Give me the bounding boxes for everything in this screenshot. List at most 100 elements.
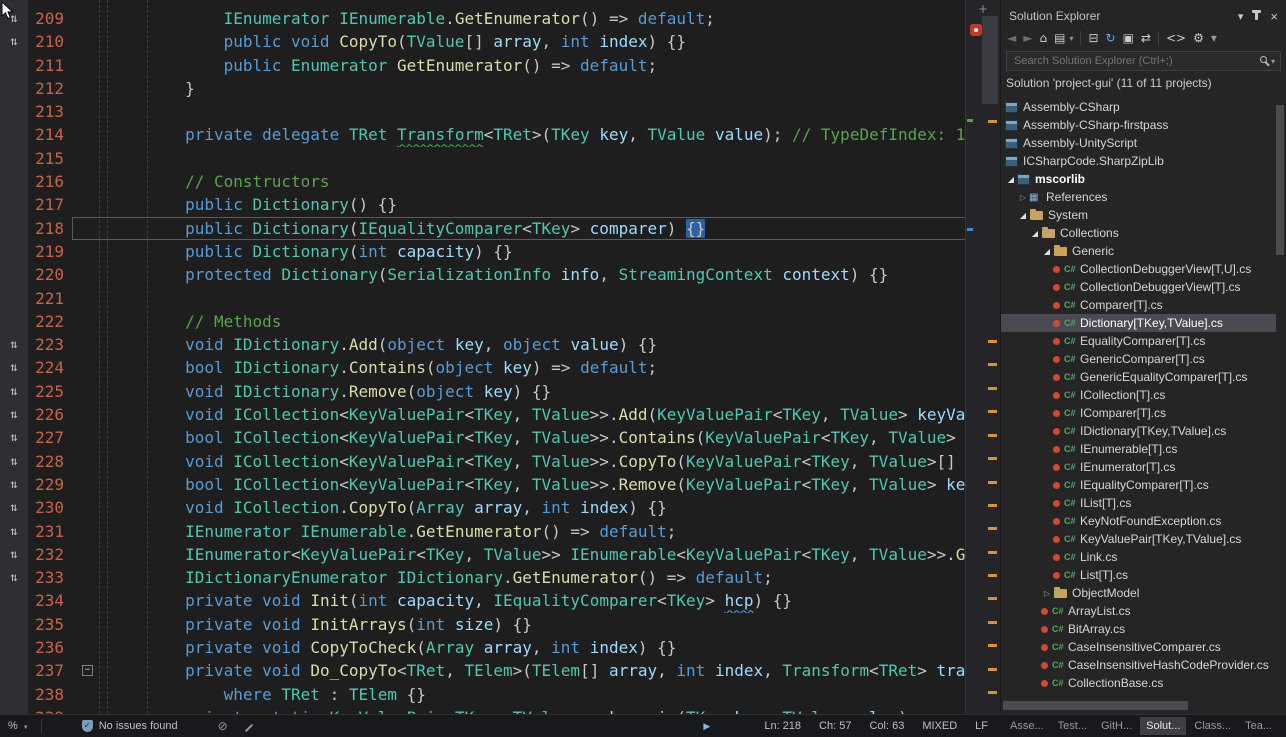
search-box[interactable]: ▾: [1006, 51, 1281, 71]
tree-item-arraylist-cs[interactable]: C#ArrayList.cs: [1001, 602, 1276, 620]
home-icon[interactable]: ⌂: [1039, 31, 1047, 45]
tree-item-comparer-t-cs[interactable]: C#Comparer[T].cs: [1001, 296, 1276, 314]
code-line[interactable]: ⇅231 IEnumerator IEnumerable.GetEnumerat…: [0, 520, 966, 543]
tree-vertical-scrollbar-thumb[interactable]: [1276, 105, 1284, 255]
expanded-arrow-icon[interactable]: ◢: [1029, 229, 1041, 238]
code-line[interactable]: 239 private static KeyValuePair<TKey, TV…: [0, 706, 966, 714]
suppressed-issues-icon[interactable]: ⊘: [218, 719, 228, 733]
code-line[interactable]: 236 private void CopyToCheck(Array array…: [0, 636, 966, 659]
code-line[interactable]: 216 // Constructors: [0, 170, 966, 193]
reference-updown-icon[interactable]: ⇅: [0, 380, 28, 403]
editor-scrollbar[interactable]: +: [965, 0, 1000, 714]
tree-item-mscorlib[interactable]: ◢mscorlib: [1001, 170, 1276, 188]
code-line[interactable]: ⇅230 void ICollection.CopyTo(Array array…: [0, 496, 966, 519]
split-grip-icon[interactable]: +: [966, 2, 1000, 16]
tree-item-assembly-csharp[interactable]: Assembly-CSharp: [1001, 98, 1276, 116]
tree-item-caseinsensitivecomparer-cs[interactable]: C#CaseInsensitiveComparer.cs: [1001, 638, 1276, 656]
code-line[interactable]: ⇅225 void IDictionary.Remove(object key)…: [0, 380, 966, 403]
sync-selection-icon[interactable]: ⇄: [1141, 31, 1151, 45]
code-line[interactable]: ⇅229 bool ICollection<KeyValuePair<TKey,…: [0, 473, 966, 496]
code-line[interactable]: 222 // Methods: [0, 310, 966, 333]
window-position-caret-icon[interactable]: ▾: [1238, 10, 1244, 23]
code-line[interactable]: ⇅223 void IDictionary.Add(object key, ob…: [0, 333, 966, 356]
tree-item-idictionary-tkey-tvalue-cs[interactable]: C#IDictionary[TKey,TValue].cs: [1001, 422, 1276, 440]
tree-item-genericcomparer-t-cs[interactable]: C#GenericComparer[T].cs: [1001, 350, 1276, 368]
forward-icon[interactable]: ►: [1023, 31, 1032, 45]
code-line[interactable]: 213: [0, 100, 966, 123]
code-line[interactable]: 237− private void Do_CopyTo<TRet, TElem>…: [0, 659, 966, 682]
tree-item-ilist-t-cs[interactable]: C#IList[T].cs: [1001, 494, 1276, 512]
code-line[interactable]: ⇅224 bool IDictionary.Contains(object ke…: [0, 356, 966, 379]
pin-icon[interactable]: [1255, 9, 1258, 23]
code-line[interactable]: 212 }: [0, 77, 966, 100]
code-line[interactable]: 238 where TRet : TElem {}: [0, 683, 966, 706]
expanded-arrow-icon[interactable]: ◢: [1017, 211, 1029, 220]
reference-updown-icon[interactable]: ⇅: [0, 450, 28, 473]
tree-item-references[interactable]: ▷▦References: [1001, 188, 1276, 206]
code-line[interactable]: ⇅228 void ICollection<KeyValuePair<TKey,…: [0, 450, 966, 473]
overflow-caret-icon[interactable]: ▾: [1211, 31, 1217, 45]
tree-item-keynotfoundexception-cs[interactable]: C#KeyNotFoundException.cs: [1001, 512, 1276, 530]
search-dropdown-caret-icon[interactable]: ▾: [1271, 57, 1275, 66]
reference-updown-icon[interactable]: ⇅: [0, 333, 28, 356]
tree-item-assembly-csharp-firstpass[interactable]: Assembly-CSharp-firstpass: [1001, 116, 1276, 134]
tree-item-assembly-unityscript[interactable]: Assembly-UnityScript: [1001, 134, 1276, 152]
expanded-arrow-icon[interactable]: ◢: [1005, 175, 1017, 184]
back-icon[interactable]: ◄: [1007, 31, 1016, 45]
code-line[interactable]: 211 public Enumerator GetEnumerator() =>…: [0, 54, 966, 77]
tree-horizontal-scrollbar-thumb[interactable]: [1003, 701, 1188, 710]
code-line[interactable]: ⇅226 void ICollection<KeyValuePair<TKey,…: [0, 403, 966, 426]
panel-tab-class[interactable]: Class...: [1188, 717, 1237, 735]
search-input[interactable]: [1012, 54, 1259, 68]
sync-with-active-document-icon[interactable]: ▤: [1054, 31, 1065, 45]
tree-item-dictionary-tkey-tvalue-cs[interactable]: C#Dictionary[TKey,TValue].cs: [1001, 314, 1276, 332]
panel-tab-gith[interactable]: GitH...: [1095, 717, 1138, 735]
tree-item-ienumerator-t-cs[interactable]: C#IEnumerator[T].cs: [1001, 458, 1276, 476]
code-line[interactable]: 221: [0, 287, 966, 310]
tree-item-caseinsensitivehashcodeprovider-cs[interactable]: C#CaseInsensitiveHashCodeProvider.cs: [1001, 656, 1276, 674]
expanded-arrow-icon[interactable]: ◢: [1041, 247, 1053, 256]
tree-item-objectmodel[interactable]: ▷ObjectModel: [1001, 584, 1276, 602]
tree-item-collectiondebuggerview-t-cs[interactable]: C#CollectionDebuggerView[T].cs: [1001, 278, 1276, 296]
panel-tab-solut[interactable]: Solut...: [1140, 717, 1186, 735]
tree-item-keyvaluepair-tkey-tvalue-cs[interactable]: C#KeyValuePair[TKey,TValue].cs: [1001, 530, 1276, 548]
code-line[interactable]: 220 protected Dictionary(SerializationIn…: [0, 263, 966, 286]
reference-updown-icon[interactable]: ⇅: [0, 356, 28, 379]
tree-item-collectionbase-cs[interactable]: C#CollectionBase.cs: [1001, 674, 1276, 692]
solution-root-label[interactable]: Solution 'project-gui' (11 of 11 project…: [1001, 73, 1286, 92]
tree-item-iequalitycomparer-t-cs[interactable]: C#IEqualityComparer[T].cs: [1001, 476, 1276, 494]
code-line[interactable]: 219 public Dictionary(int capacity) {}: [0, 240, 966, 263]
zoom-control[interactable]: %▼: [8, 720, 29, 732]
reference-updown-icon[interactable]: ⇅: [0, 496, 28, 519]
reference-updown-icon[interactable]: ⇅: [0, 403, 28, 426]
reference-updown-icon[interactable]: ⇅: [0, 7, 28, 30]
code-line[interactable]: 234 private void Init(int capacity, IEqu…: [0, 589, 966, 612]
tree-item-icsharpcode-sharpziplib[interactable]: ICSharpCode.SharpZipLib: [1001, 152, 1276, 170]
code-line[interactable]: 235 private void InitArrays(int size) {}: [0, 613, 966, 636]
code-line[interactable]: 217 public Dictionary() {}: [0, 193, 966, 216]
reference-updown-icon[interactable]: ⇅: [0, 473, 28, 496]
collapse-all-icon[interactable]: ⊟: [1088, 31, 1098, 45]
code-line[interactable]: ⇅227 bool ICollection<KeyValuePair<TKey,…: [0, 426, 966, 449]
reference-updown-icon[interactable]: ⇅: [0, 520, 28, 543]
tree-item-collectiondebuggerview-t-u-cs[interactable]: C#CollectionDebuggerView[T,U].cs: [1001, 260, 1276, 278]
code-line[interactable]: ⇅209 IEnumerator IEnumerable.GetEnumerat…: [0, 7, 966, 30]
view-code-icon[interactable]: <>: [1166, 31, 1186, 45]
collapsed-arrow-icon[interactable]: ▷: [1041, 589, 1053, 598]
refresh-icon[interactable]: ↻: [1106, 31, 1116, 45]
panel-tab-tea[interactable]: Tea...: [1239, 717, 1278, 735]
status-play-icon[interactable]: ▶: [703, 721, 710, 732]
code-line[interactable]: 215: [0, 147, 966, 170]
reference-updown-icon[interactable]: ⇅: [0, 543, 28, 566]
tree-item-system[interactable]: ◢System: [1001, 206, 1276, 224]
close-icon[interactable]: ×: [1270, 9, 1278, 24]
reference-updown-icon[interactable]: ⇅: [0, 426, 28, 449]
tree-item-icomparer-t-cs[interactable]: C#IComparer[T].cs: [1001, 404, 1276, 422]
reference-updown-icon[interactable]: ⇅: [0, 566, 28, 589]
tree-item-genericequalitycomparer-t-cs[interactable]: C#GenericEqualityComparer[T].cs: [1001, 368, 1276, 386]
tree-item-ienumerable-t-cs[interactable]: C#IEnumerable[T].cs: [1001, 440, 1276, 458]
code-editor[interactable]: ⇅209 IEnumerator IEnumerable.GetEnumerat…: [0, 0, 1000, 714]
search-icon[interactable]: [1259, 55, 1271, 67]
collapse-region-icon[interactable]: −: [82, 665, 93, 676]
code-line[interactable]: ⇅210 public void CopyTo(TValue[] array, …: [0, 30, 966, 53]
